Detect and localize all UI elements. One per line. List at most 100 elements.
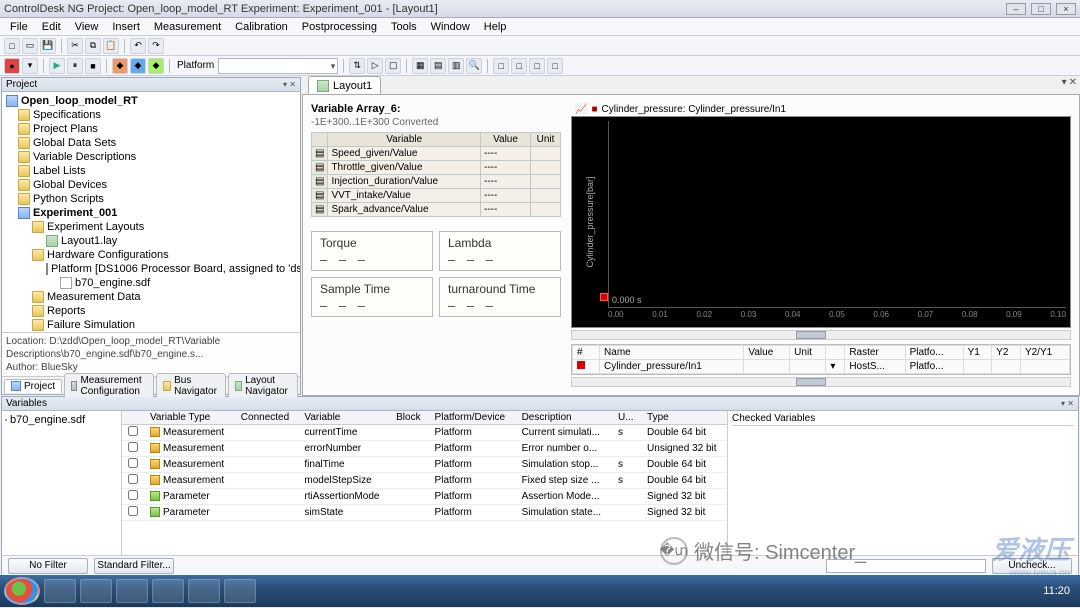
project-tab-layout-navigator[interactable]: Layout Navigator: [228, 373, 298, 398]
menu-window[interactable]: Window: [425, 20, 476, 34]
grid-1-button[interactable]: ▦: [412, 58, 428, 74]
marker-1-button[interactable]: ◆: [112, 58, 128, 74]
task-5[interactable]: [188, 579, 220, 603]
tree-node[interactable]: b70_engine.sdf: [4, 276, 298, 290]
scroll-thumb[interactable]: [796, 331, 826, 339]
record-button[interactable]: ●: [4, 58, 20, 74]
legend-col[interactable]: Y2/Y1: [1020, 346, 1069, 360]
undo-button[interactable]: ↶: [130, 38, 146, 54]
va-row-icon[interactable]: ▤: [312, 203, 328, 217]
menu-postprocessing[interactable]: Postprocessing: [296, 20, 383, 34]
var-row[interactable]: MeasurementmodelStepSizePlatformFixed st…: [122, 473, 727, 489]
var-row[interactable]: MeasurementcurrentTimePlatformCurrent si…: [122, 425, 727, 441]
legend-col[interactable]: [826, 346, 845, 360]
tree-node[interactable]: Python Scripts: [4, 192, 298, 206]
var-col[interactable]: Type: [641, 411, 727, 425]
project-tree[interactable]: Open_loop_model_RTSpecificationsProject …: [2, 92, 300, 332]
menu-help[interactable]: Help: [478, 20, 513, 34]
chart-hscroll[interactable]: [571, 330, 1071, 340]
standard-filter-button[interactable]: Standard Filter...: [94, 558, 174, 574]
tree-node[interactable]: Hardware Configurations: [4, 248, 298, 262]
tree-node[interactable]: Global Devices: [4, 178, 298, 192]
va-col[interactable]: Unit: [531, 133, 561, 147]
var-col[interactable]: Variable Type: [144, 411, 235, 425]
project-tab-measurement-configuration[interactable]: Measurement Configuration: [64, 373, 154, 398]
uncheck-button[interactable]: Uncheck...: [992, 558, 1072, 574]
panel-controls[interactable]: ▾ ✕: [283, 80, 296, 89]
pause-button[interactable]: ⏸: [67, 58, 83, 74]
menu-measurement[interactable]: Measurement: [148, 20, 227, 34]
va-row[interactable]: ▤Injection_duration/Value----: [312, 175, 561, 189]
tree-node[interactable]: Platform [DS1006 Processor Board, assign…: [4, 262, 298, 276]
project-root[interactable]: Open_loop_model_RT: [21, 95, 138, 107]
va-row-icon[interactable]: ▤: [312, 189, 328, 203]
var-col[interactable]: Platform/Device: [429, 411, 516, 425]
tool-4[interactable]: □: [547, 58, 563, 74]
task-4[interactable]: [152, 579, 184, 603]
new-button[interactable]: □: [4, 38, 20, 54]
legend-table[interactable]: #NameValueUnitRasterPlatfo...Y1Y2Y2/Y1Cy…: [572, 345, 1070, 374]
legend-col[interactable]: Unit: [790, 346, 826, 360]
legend-col[interactable]: Platfo...: [905, 346, 963, 360]
var-row[interactable]: ParameterrtiAssertionModePlatformAsserti…: [122, 489, 727, 505]
va-col[interactable]: Value: [481, 133, 531, 147]
layout-dropdown[interactable]: ▾: [1062, 77, 1067, 88]
maximize-button[interactable]: □: [1031, 3, 1051, 15]
tree-node[interactable]: Label Lists: [4, 164, 298, 178]
va-row[interactable]: ▤Speed_given/Value----: [312, 147, 561, 161]
legend-col[interactable]: Raster: [845, 346, 905, 360]
va-row[interactable]: ▤Throttle_given/Value----: [312, 161, 561, 175]
cut-button[interactable]: ✂: [67, 38, 83, 54]
start-measure-button[interactable]: ▷: [367, 58, 383, 74]
va-row-icon[interactable]: ▤: [312, 147, 328, 161]
tree-node[interactable]: Layout1.lay: [4, 234, 298, 248]
var-row-check[interactable]: [128, 474, 138, 484]
grid-3-button[interactable]: ▥: [448, 58, 464, 74]
menu-file[interactable]: File: [4, 20, 34, 34]
project-tab-bus-navigator[interactable]: Bus Navigator: [156, 373, 226, 398]
tree-node[interactable]: Specifications: [4, 108, 298, 122]
taskbar-clock[interactable]: 11:20: [1043, 585, 1076, 597]
variable-array-table[interactable]: VariableValueUnit▤Speed_given/Value----▤…: [311, 132, 561, 217]
var-row[interactable]: MeasurementfinalTimePlatformSimulation s…: [122, 457, 727, 473]
platform-combo[interactable]: [218, 58, 338, 74]
filter-input[interactable]: [826, 559, 986, 573]
tree-node[interactable]: Failure Simulation: [4, 318, 298, 332]
tool-1[interactable]: □: [493, 58, 509, 74]
var-col[interactable]: Block: [390, 411, 428, 425]
open-button[interactable]: ▭: [22, 38, 38, 54]
paste-button[interactable]: 📋: [103, 38, 119, 54]
legend-col[interactable]: Value: [744, 346, 790, 360]
grid-2-button[interactable]: ▤: [430, 58, 446, 74]
va-col[interactable]: Variable: [328, 133, 481, 147]
no-filter-button[interactable]: No Filter: [8, 558, 88, 574]
menu-view[interactable]: View: [69, 20, 105, 34]
task-6[interactable]: [224, 579, 256, 603]
legend-hscroll[interactable]: [571, 377, 1071, 387]
var-row-check[interactable]: [128, 458, 138, 468]
menu-tools[interactable]: Tools: [385, 20, 423, 34]
menu-edit[interactable]: Edit: [36, 20, 67, 34]
legend-col[interactable]: Y2: [992, 346, 1021, 360]
zoom-button[interactable]: 🔍: [466, 58, 482, 74]
tool-3[interactable]: □: [529, 58, 545, 74]
var-row-check[interactable]: [128, 490, 138, 500]
stop-button[interactable]: ■: [85, 58, 101, 74]
go-online-button[interactable]: ⇅: [349, 58, 365, 74]
save-button[interactable]: 💾: [40, 38, 56, 54]
legend-col[interactable]: Name: [600, 346, 744, 360]
va-row-icon[interactable]: ▤: [312, 161, 328, 175]
menu-insert[interactable]: Insert: [106, 20, 146, 34]
scroll-thumb[interactable]: [796, 378, 826, 386]
stop-measure-button[interactable]: ▢: [385, 58, 401, 74]
var-col[interactable]: U...: [612, 411, 641, 425]
tree-node[interactable]: Measurement Data: [4, 290, 298, 304]
copy-button[interactable]: ⧉: [85, 38, 101, 54]
task-1[interactable]: [44, 579, 76, 603]
var-row-check[interactable]: [128, 426, 138, 436]
var-row-check[interactable]: [128, 442, 138, 452]
minimize-button[interactable]: –: [1006, 3, 1026, 15]
marker-3-button[interactable]: ◆: [148, 58, 164, 74]
record-menu[interactable]: ▾: [22, 58, 38, 74]
menu-calibration[interactable]: Calibration: [229, 20, 294, 34]
